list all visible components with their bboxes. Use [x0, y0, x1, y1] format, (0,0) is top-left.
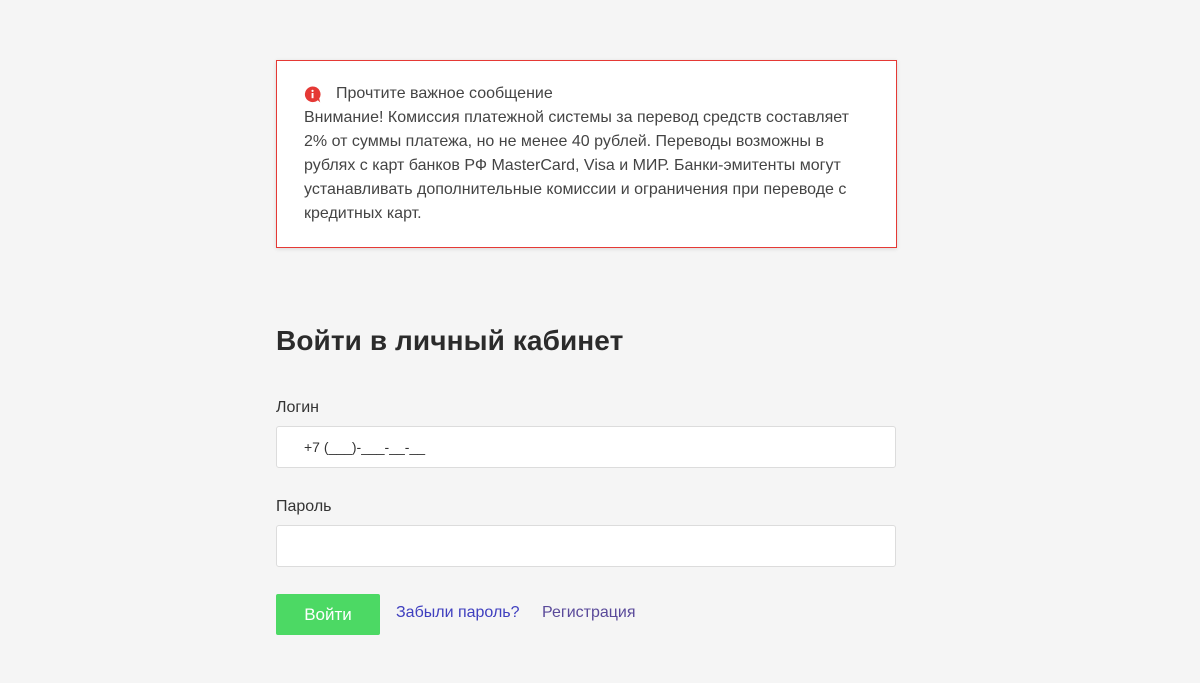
forgot-password-link[interactable]: Забыли пароль? [396, 604, 520, 622]
login-input[interactable] [276, 426, 896, 468]
password-input[interactable] [276, 525, 896, 567]
login-label: Логин [276, 399, 320, 416]
alert-info-icon [304, 85, 321, 103]
notice-header: Прочтите важное сообщение [304, 83, 869, 105]
notice-text: Внимание! Комиссия платежной системы за … [304, 109, 849, 222]
notice-title: Прочтите важное сообщение [336, 85, 553, 102]
login-button[interactable]: Войти [276, 594, 380, 635]
important-notice: Прочтите важное сообщение Внимание! Коми… [276, 60, 897, 248]
register-link[interactable]: Регистрация [542, 604, 636, 622]
page-title: Войти в личный кабинет [276, 325, 624, 356]
page-content: Прочтите важное сообщение Внимание! Коми… [276, 60, 897, 635]
password-label: Пароль [276, 498, 332, 515]
